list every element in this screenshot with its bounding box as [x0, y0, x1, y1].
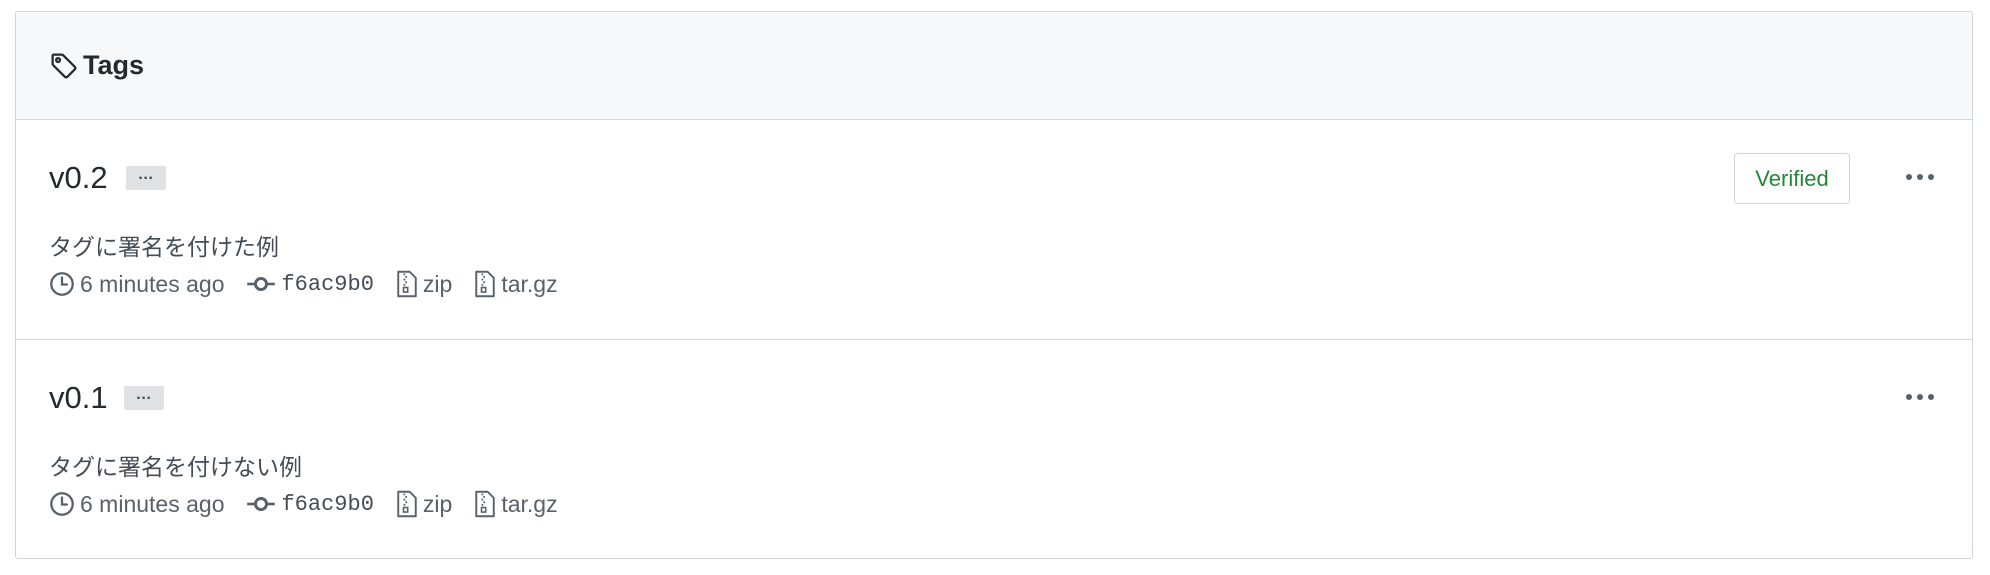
- tag-name-link[interactable]: v0.2: [49, 160, 108, 196]
- clock-icon: [49, 491, 75, 517]
- targz-label: tar.gz: [501, 490, 558, 517]
- clock-icon: [49, 271, 75, 297]
- commit-icon: [246, 271, 276, 297]
- tag-line: v0.2 …: [49, 160, 166, 196]
- file-zip-icon: [474, 270, 496, 298]
- tags-header: Tags: [16, 12, 1972, 120]
- tag-time-text: 6 minutes ago: [80, 490, 225, 517]
- zip-label: zip: [422, 490, 453, 517]
- targz-download-link[interactable]: tar.gz: [474, 490, 558, 518]
- file-zip-icon: [396, 490, 418, 518]
- commit-link[interactable]: f6ac9b0: [246, 271, 374, 297]
- tag-time: 6 minutes ago: [49, 271, 224, 298]
- tag-line: v0.1 …: [49, 380, 164, 416]
- page-title: Tags: [83, 50, 145, 80]
- expand-message-button[interactable]: …: [125, 166, 166, 190]
- expand-message-button[interactable]: …: [123, 386, 164, 410]
- tag-message: タグに署名を付けた例: [49, 234, 279, 260]
- kebab-menu-icon[interactable]: [1900, 382, 1940, 412]
- file-zip-icon: [396, 270, 418, 298]
- tag-row: v0.1 … タグに署名を付けない例 6 minutes ago f6ac9b0…: [16, 340, 1972, 558]
- tag-time: 6 minutes ago: [49, 491, 224, 518]
- targz-label: tar.gz: [501, 270, 558, 297]
- zip-label: zip: [422, 270, 453, 297]
- zip-download-link[interactable]: zip: [396, 490, 452, 518]
- tag-meta: 6 minutes ago f6ac9b0 zip tar.gz: [49, 270, 580, 298]
- zip-download-link[interactable]: zip: [396, 270, 452, 298]
- commit-sha: f6ac9b0: [281, 491, 374, 517]
- tag-time-text: 6 minutes ago: [80, 270, 225, 297]
- tag-row: v0.2 … タグに署名を付けた例 6 minutes ago f6ac9b0 …: [16, 120, 1972, 340]
- commit-link[interactable]: f6ac9b0: [246, 491, 374, 517]
- file-zip-icon: [474, 490, 496, 518]
- commit-icon: [246, 491, 276, 517]
- commit-sha: f6ac9b0: [281, 271, 374, 297]
- targz-download-link[interactable]: tar.gz: [474, 270, 558, 298]
- verified-badge[interactable]: Verified: [1734, 153, 1850, 204]
- tag-meta: 6 minutes ago f6ac9b0 zip tar.gz: [49, 490, 580, 518]
- tag-message: タグに署名を付けない例: [49, 454, 302, 480]
- tag-icon: [49, 51, 79, 81]
- kebab-menu-icon[interactable]: [1900, 162, 1940, 192]
- tag-name-link[interactable]: v0.1: [49, 380, 108, 416]
- tags-box: Tags v0.2 … タグに署名を付けた例 6 minutes ago f6a…: [15, 11, 1973, 559]
